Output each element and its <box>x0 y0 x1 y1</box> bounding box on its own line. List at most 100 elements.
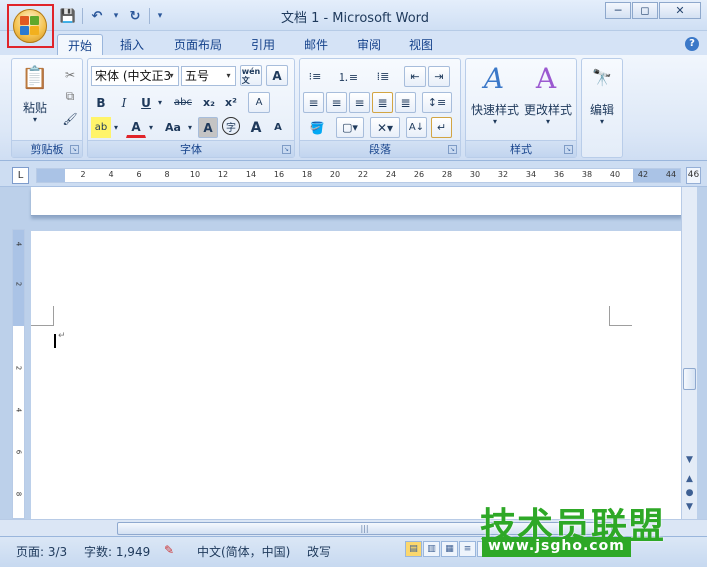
change-styles-dropdown-icon[interactable]: ▾ <box>522 117 574 126</box>
paste-icon[interactable]: 📋 <box>17 63 53 93</box>
draft-view-icon[interactable]: ▭ <box>477 541 494 557</box>
change-case-dropdown-icon[interactable]: ▾ <box>186 117 194 138</box>
tab-home[interactable]: 开始 <box>57 34 103 55</box>
proofing-icon[interactable]: ✎ <box>164 543 174 557</box>
font-group: 宋体 (中文正3 ▾ 五号 ▾ wén 文 A B I U ▾ abc x₂ x… <box>87 58 295 158</box>
underline-dropdown-icon[interactable]: ▾ <box>155 92 165 113</box>
horizontal-scrollbar[interactable]: ||| <box>0 519 707 536</box>
line-spacing-icon[interactable]: ↕≡ <box>422 92 452 113</box>
page-count[interactable]: 页面: 3/3 <box>16 543 67 560</box>
change-case-button[interactable]: Aa <box>160 117 186 138</box>
select-browse-object-icon[interactable]: ● <box>682 486 697 500</box>
character-border-icon[interactable]: A <box>266 65 288 86</box>
horizontal-scroll-thumb[interactable]: ||| <box>117 522 612 535</box>
quick-styles-dropdown-icon[interactable]: ▾ <box>469 117 521 126</box>
minimize-button[interactable]: ─ <box>605 2 631 19</box>
superscript-button[interactable]: x² <box>221 92 241 113</box>
paste-button-label[interactable]: 粘贴 <box>17 99 53 116</box>
scroll-down-arrow[interactable]: ▼ <box>682 453 697 467</box>
change-styles-label[interactable]: 更改样式 <box>522 101 574 118</box>
full-screen-reading-icon[interactable]: ▥ <box>423 541 440 557</box>
vertical-scrollbar[interactable]: ▼ ▲ ● ▼ <box>681 187 697 519</box>
styles-launcher-icon[interactable]: ↘ <box>564 145 573 154</box>
clear-formatting-icon[interactable]: A <box>248 92 270 113</box>
editing-dropdown-icon[interactable]: ▾ <box>582 117 622 126</box>
paragraph-launcher-icon[interactable]: ↘ <box>448 145 457 154</box>
office-button[interactable] <box>7 4 54 48</box>
underline-button[interactable]: U <box>137 92 155 113</box>
tab-review[interactable]: 审阅 <box>349 34 389 55</box>
vertical-scroll-thumb[interactable] <box>683 368 696 390</box>
tab-selector-button[interactable]: L <box>12 167 29 184</box>
show-hide-marks-icon[interactable]: ↵ <box>431 117 452 138</box>
align-right-icon[interactable]: ≡ <box>349 92 370 113</box>
qat-separator <box>149 8 150 24</box>
sort-icon[interactable]: A↓ <box>406 117 427 138</box>
paste-dropdown-icon[interactable]: ▾ <box>17 115 53 124</box>
tab-view[interactable]: 视图 <box>401 34 441 55</box>
close-button[interactable]: ✕ <box>659 2 701 19</box>
quick-styles-label[interactable]: 快速样式 <box>469 101 521 118</box>
tab-references[interactable]: 引用 <box>243 34 283 55</box>
word-count[interactable]: 字数: 1,949 <box>84 543 150 560</box>
change-styles-icon[interactable]: A <box>528 61 564 95</box>
tab-page-layout[interactable]: 页面布局 <box>166 34 230 55</box>
subscript-button[interactable]: x₂ <box>199 92 219 113</box>
numbering-icon[interactable]: ⒈≡ <box>336 66 360 87</box>
view-ruler-button[interactable]: 46 <box>686 167 701 184</box>
ruler-tick: 34 <box>525 170 537 179</box>
editing-button-label[interactable]: 编辑 <box>582 101 622 118</box>
font-name-combo[interactable]: 宋体 (中文正3 ▾ <box>91 66 179 86</box>
distribute-icon[interactable]: ≣ <box>395 92 416 113</box>
save-icon[interactable]: 💾 <box>58 7 78 25</box>
phonetic-guide-icon[interactable]: wén 文 <box>240 65 262 86</box>
undo-dropdown-icon[interactable]: ▾ <box>111 7 121 25</box>
undo-icon[interactable]: ↶ <box>87 7 107 25</box>
previous-page-arrow[interactable]: ▲ <box>682 472 697 486</box>
print-layout-view-icon[interactable]: ▤ <box>405 541 422 557</box>
shading-icon[interactable]: 🪣 <box>303 117 331 138</box>
quick-styles-icon[interactable]: A <box>476 61 512 95</box>
justify-icon[interactable]: ≣ <box>372 92 393 113</box>
copy-icon[interactable]: ⧉ <box>60 86 80 107</box>
clipboard-launcher-icon[interactable]: ↘ <box>70 145 79 154</box>
web-layout-icon[interactable]: ▦ <box>441 541 458 557</box>
bullets-icon[interactable]: ⁝≡ <box>303 66 327 87</box>
document-page[interactable]: ↵ <box>31 231 682 521</box>
format-painter-icon[interactable]: 🖌 <box>60 108 80 129</box>
font-color-button[interactable]: A <box>126 117 146 138</box>
font-size-combo[interactable]: 五号 ▾ <box>181 66 236 86</box>
restore-button[interactable]: ◻ <box>632 2 658 19</box>
tab-insert[interactable]: 插入 <box>112 34 152 55</box>
align-center-icon[interactable]: ≡ <box>326 92 347 113</box>
font-color-dropdown-icon[interactable]: ▾ <box>146 117 156 138</box>
strikethrough-button[interactable]: abc <box>170 92 196 113</box>
align-left-icon[interactable]: ≡ <box>303 92 324 113</box>
italic-button[interactable]: I <box>114 92 134 113</box>
highlight-button[interactable]: ab <box>91 117 111 138</box>
font-launcher-icon[interactable]: ↘ <box>282 145 291 154</box>
chinese-layout-icon[interactable]: ✕▾ <box>370 117 400 138</box>
borders-icon[interactable]: ▢▾ <box>336 117 364 138</box>
redo-icon[interactable]: ↻ <box>125 7 145 25</box>
next-page-arrow[interactable]: ▼ <box>682 500 697 514</box>
shrink-font-button[interactable]: A <box>268 117 288 138</box>
tab-mailings[interactable]: 邮件 <box>296 34 336 55</box>
horizontal-ruler[interactable]: 2 4 6 8 10 12 14 16 18 20 22 24 26 28 30… <box>36 168 681 183</box>
outline-view-icon[interactable]: ≡ <box>459 541 476 557</box>
multilevel-list-icon[interactable]: ⁞≣ <box>369 66 397 87</box>
vertical-ruler[interactable]: 4 2 2 4 6 8 <box>12 229 25 519</box>
enclose-characters-button[interactable]: 字 <box>222 117 240 135</box>
character-shading-button[interactable]: A <box>198 117 218 138</box>
grow-font-button[interactable]: A <box>246 117 266 138</box>
highlight-dropdown-icon[interactable]: ▾ <box>111 117 121 138</box>
decrease-indent-icon[interactable]: ⇤ <box>404 66 426 87</box>
cut-icon[interactable]: ✂ <box>60 64 80 85</box>
customize-qat-icon[interactable]: ▾ <box>154 7 166 25</box>
help-icon[interactable]: ? <box>685 37 699 51</box>
increase-indent-icon[interactable]: ⇥ <box>428 66 450 87</box>
language-status[interactable]: 中文(简体，中国) <box>197 543 290 560</box>
overtype-mode[interactable]: 改写 <box>307 543 331 560</box>
binoculars-icon[interactable]: 🔭 <box>589 63 615 91</box>
bold-button[interactable]: B <box>91 92 111 113</box>
